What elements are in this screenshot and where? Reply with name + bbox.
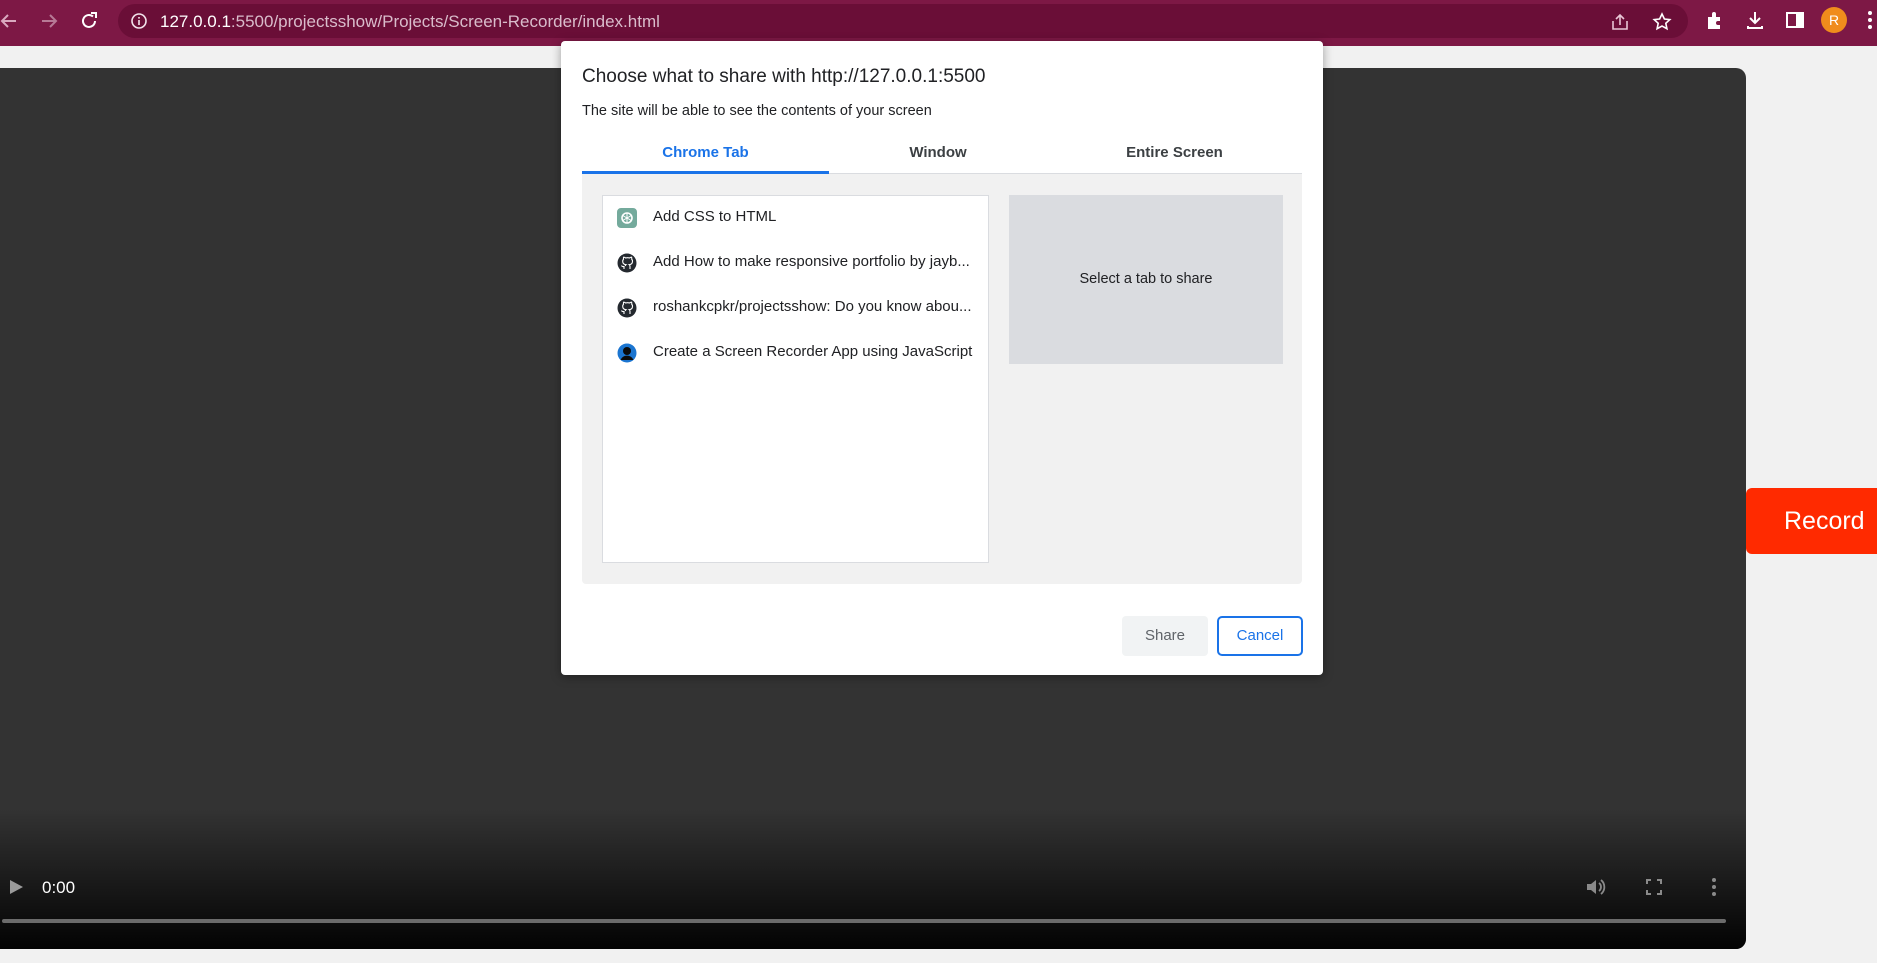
tab-entire-screen[interactable]: Entire Screen xyxy=(1047,133,1302,174)
reload-icon[interactable] xyxy=(74,8,104,34)
side-panel-icon[interactable] xyxy=(1784,9,1806,36)
play-icon[interactable] xyxy=(6,876,28,903)
video-more-icon[interactable] xyxy=(1710,876,1718,903)
list-item-label: Add CSS to HTML xyxy=(653,208,777,225)
star-icon[interactable] xyxy=(1652,12,1672,37)
video-time: 0:00 xyxy=(42,878,76,897)
tab-chrome-tab[interactable]: Chrome Tab xyxy=(582,133,829,174)
back-icon[interactable] xyxy=(0,8,24,34)
list-item-label: Add How to make responsive portfolio by … xyxy=(653,253,970,270)
profile-avatar[interactable]: R xyxy=(1821,7,1847,33)
tab-list: Add CSS to HTML Add How to make responsi… xyxy=(602,195,989,563)
preview-placeholder: Select a tab to share xyxy=(1079,271,1213,287)
record-button[interactable]: Record xyxy=(1746,488,1877,554)
dialog-subtitle: The site will be able to see the content… xyxy=(582,103,932,119)
list-item-label: roshankcpkr/projectsshow: Do you know ab… xyxy=(653,298,972,315)
download-icon[interactable] xyxy=(1744,9,1766,36)
url-text: 127.0.0.1:5500/projectsshow/Projects/Scr… xyxy=(160,12,660,31)
list-item[interactable]: Add CSS to HTML xyxy=(603,196,988,240)
address-bar[interactable]: 127.0.0.1:5500/projectsshow/Projects/Scr… xyxy=(118,4,1688,38)
list-item[interactable]: roshankcpkr/projectsshow: Do you know ab… xyxy=(603,286,988,330)
forward-icon[interactable] xyxy=(34,8,64,34)
cancel-button[interactable]: Cancel xyxy=(1217,616,1303,656)
dialog-title: Choose what to share with http://127.0.0… xyxy=(582,66,986,87)
list-item[interactable]: Create a Screen Recorder App using JavaS… xyxy=(603,331,988,375)
tab-preview: Select a tab to share xyxy=(1009,195,1283,364)
fullscreen-icon[interactable] xyxy=(1644,877,1664,902)
video-progress-bar[interactable] xyxy=(2,919,1726,923)
site-avatar-icon xyxy=(617,343,637,363)
share-source-tabs: Chrome Tab Window Entire Screen xyxy=(582,133,1302,174)
more-icon[interactable] xyxy=(1866,9,1874,36)
extensions-icon[interactable] xyxy=(1704,9,1726,36)
share-icon[interactable] xyxy=(1610,12,1630,37)
video-controls-gradient xyxy=(0,809,1746,949)
info-icon[interactable] xyxy=(130,12,148,35)
github-icon xyxy=(617,253,637,273)
share-panel: Add CSS to HTML Add How to make responsi… xyxy=(582,174,1302,584)
volume-icon[interactable] xyxy=(1584,876,1608,903)
chatgpt-icon xyxy=(617,208,637,228)
github-icon xyxy=(617,298,637,318)
tab-window[interactable]: Window xyxy=(829,133,1047,174)
list-item-label: Create a Screen Recorder App using JavaS… xyxy=(653,343,973,360)
list-item[interactable]: Add How to make responsive portfolio by … xyxy=(603,241,988,285)
share-button[interactable]: Share xyxy=(1122,616,1208,656)
share-screen-dialog: Choose what to share with http://127.0.0… xyxy=(561,41,1323,675)
browser-toolbar: 127.0.0.1:5500/projectsshow/Projects/Scr… xyxy=(0,0,1877,46)
